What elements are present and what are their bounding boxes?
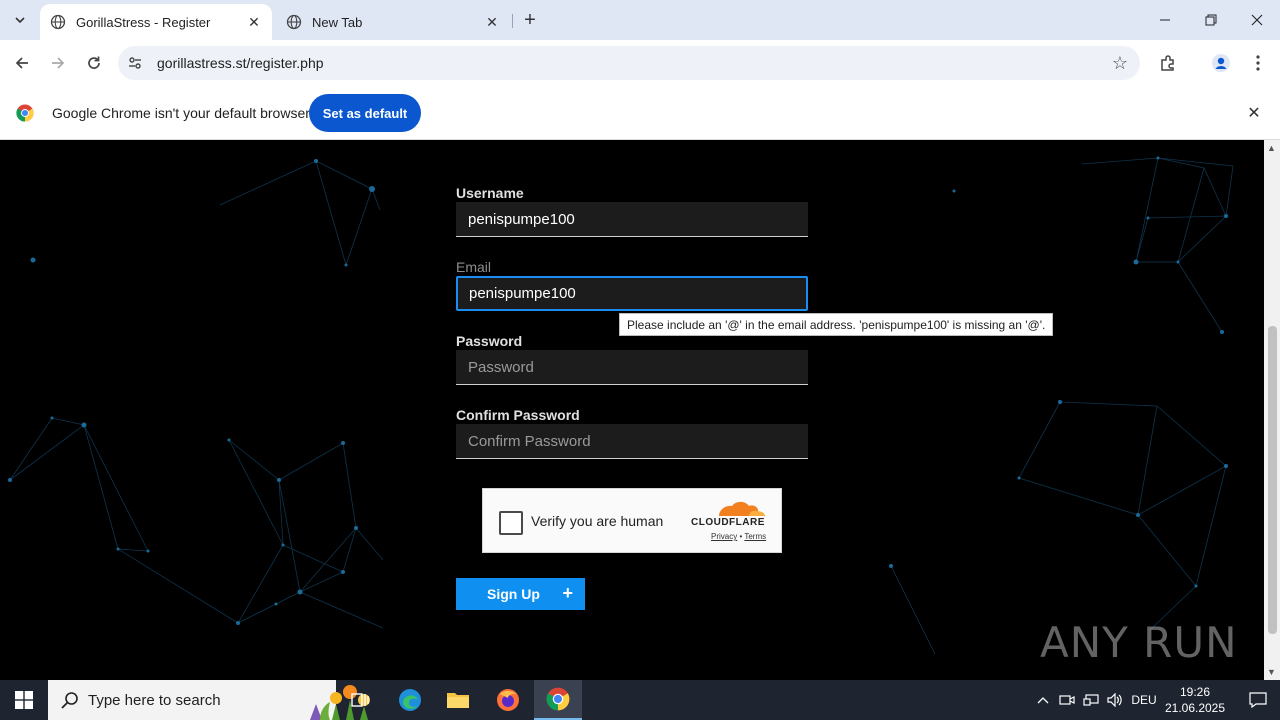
puzzle-icon: [1161, 55, 1174, 71]
edge-icon: [399, 689, 421, 711]
reload-button[interactable]: [80, 49, 108, 77]
network-tray[interactable]: [1080, 680, 1102, 720]
cloudflare-wordmark: CLOUDFLARE: [691, 517, 765, 528]
default-browser-infobar: Google Chrome isn't your default browser…: [0, 86, 1280, 140]
password-label: Password: [456, 333, 523, 349]
verify-label: Verify you are human: [531, 513, 664, 529]
close-tab-icon[interactable]: ✕: [482, 12, 502, 32]
username-input[interactable]: penispumpe100: [456, 202, 808, 237]
tab-register[interactable]: GorillaStress - Register ✕: [40, 4, 272, 40]
clock-time: 19:26: [1179, 685, 1211, 699]
task-view-icon: [351, 693, 369, 707]
camera-icon: [1059, 695, 1075, 705]
minimize-icon: [1160, 19, 1170, 21]
tab-strip: GorillaStress - Register ✕ New Tab ✕ +: [0, 0, 1280, 40]
scroll-down-icon[interactable]: ▼: [1267, 667, 1276, 677]
sign-up-button[interactable]: Sign Up +: [456, 578, 585, 610]
verify-checkbox[interactable]: [499, 511, 523, 535]
link-separator: •: [739, 532, 743, 541]
network-icon: [1083, 694, 1099, 706]
username-label: Username: [456, 185, 524, 201]
kebab-menu-icon: [1256, 55, 1260, 71]
taskbar-clock[interactable]: 19:26 21.06.2025: [1158, 684, 1232, 716]
chrome-menu-button[interactable]: [1246, 51, 1270, 75]
tab-divider: [512, 14, 513, 28]
language-indicator[interactable]: DEU: [1128, 680, 1160, 720]
globe-icon: [286, 14, 302, 30]
scroll-up-icon[interactable]: ▲: [1267, 143, 1276, 153]
set-as-default-button[interactable]: Set as default: [309, 94, 421, 132]
notification-icon: [1249, 692, 1267, 708]
notification-center-button[interactable]: [1236, 680, 1280, 720]
search-placeholder: Type here to search: [88, 692, 221, 709]
watermark-text: ANY RUN: [1040, 618, 1238, 667]
tab-search-button[interactable]: [8, 8, 32, 32]
folder-icon: [447, 693, 469, 708]
search-icon: [61, 692, 78, 709]
chrome-taskbar-button[interactable]: [534, 680, 582, 720]
tab-title: GorillaStress - Register: [76, 14, 211, 30]
profile-icon: [1212, 54, 1230, 72]
email-input[interactable]: penispumpe100: [456, 276, 808, 311]
chevron-down-icon: [15, 17, 25, 24]
volume-tray[interactable]: [1104, 680, 1126, 720]
windows-logo-icon: [15, 691, 33, 709]
speaker-icon: [1107, 693, 1122, 707]
close-window-button[interactable]: [1234, 0, 1280, 40]
close-tab-icon[interactable]: ✕: [244, 12, 264, 32]
back-button[interactable]: [8, 49, 36, 77]
globe-icon: [50, 14, 66, 30]
confirm-password-input[interactable]: Confirm Password: [456, 424, 808, 459]
restore-button[interactable]: [1188, 0, 1234, 40]
url-text: gorillastress.st/register.php: [157, 55, 324, 71]
infobar-message: Google Chrome isn't your default browser: [52, 105, 310, 121]
firefox-icon: [497, 689, 519, 711]
chrome-icon: [546, 687, 570, 711]
file-explorer-taskbar-button[interactable]: [434, 680, 482, 720]
show-hidden-icons-button[interactable]: [1032, 680, 1054, 720]
tab-new-tab[interactable]: New Tab ✕: [276, 4, 510, 40]
page-scrollbar[interactable]: ▲ ▼: [1264, 140, 1280, 680]
taskbar-search-box[interactable]: Type here to search: [48, 680, 370, 720]
register-page: Username penispumpe100 Email penispumpe1…: [0, 140, 1264, 680]
arrow-right-icon: [52, 57, 65, 69]
cloudflare-turnstile-widget: Verify you are human CLOUDFLARE Privacy …: [482, 488, 782, 553]
browser-toolbar: gorillastress.st/register.php ☆: [0, 40, 1280, 86]
address-bar[interactable]: gorillastress.st/register.php ☆: [118, 46, 1140, 80]
profile-button[interactable]: [1209, 51, 1233, 75]
minimize-button[interactable]: [1142, 0, 1188, 40]
scrollbar-thumb[interactable]: [1268, 326, 1277, 634]
chevron-up-icon: [1037, 697, 1049, 704]
site-info-icon[interactable]: [126, 54, 144, 72]
new-tab-button[interactable]: +: [518, 8, 542, 32]
email-validation-tooltip: Please include an '@' in the email addre…: [619, 313, 1054, 336]
privacy-link[interactable]: Privacy: [711, 532, 737, 541]
close-infobar-icon[interactable]: ✕: [1244, 103, 1264, 123]
close-icon: [1251, 14, 1263, 26]
plus-icon: +: [562, 583, 573, 603]
email-label: Email: [456, 259, 492, 275]
bookmark-star-icon[interactable]: ☆: [1112, 53, 1128, 74]
confirm-password-label: Confirm Password: [456, 407, 580, 423]
edge-taskbar-button[interactable]: [386, 680, 434, 720]
password-input[interactable]: Password: [456, 350, 808, 385]
start-button[interactable]: [0, 680, 48, 720]
restore-icon: [1205, 14, 1217, 26]
clock-date: 21.06.2025: [1164, 701, 1226, 715]
extensions-button[interactable]: [1156, 51, 1180, 75]
captcha-links: Privacy • Terms: [711, 532, 766, 541]
reload-icon: [88, 56, 100, 69]
firefox-taskbar-button[interactable]: [484, 680, 532, 720]
terms-link[interactable]: Terms: [744, 532, 766, 541]
arrow-left-icon: [15, 57, 28, 69]
tab-title: New Tab: [312, 14, 363, 30]
meet-now-tray[interactable]: [1056, 680, 1078, 720]
chrome-logo-icon: [16, 104, 34, 122]
sign-up-label: Sign Up: [487, 586, 540, 602]
forward-button[interactable]: [44, 49, 72, 77]
windows-taskbar: Type here to search DEU 19:26 21.06.2025: [0, 680, 1280, 720]
anyrun-watermark: ANY RUN: [1040, 610, 1238, 672]
task-view-button[interactable]: [336, 680, 384, 720]
